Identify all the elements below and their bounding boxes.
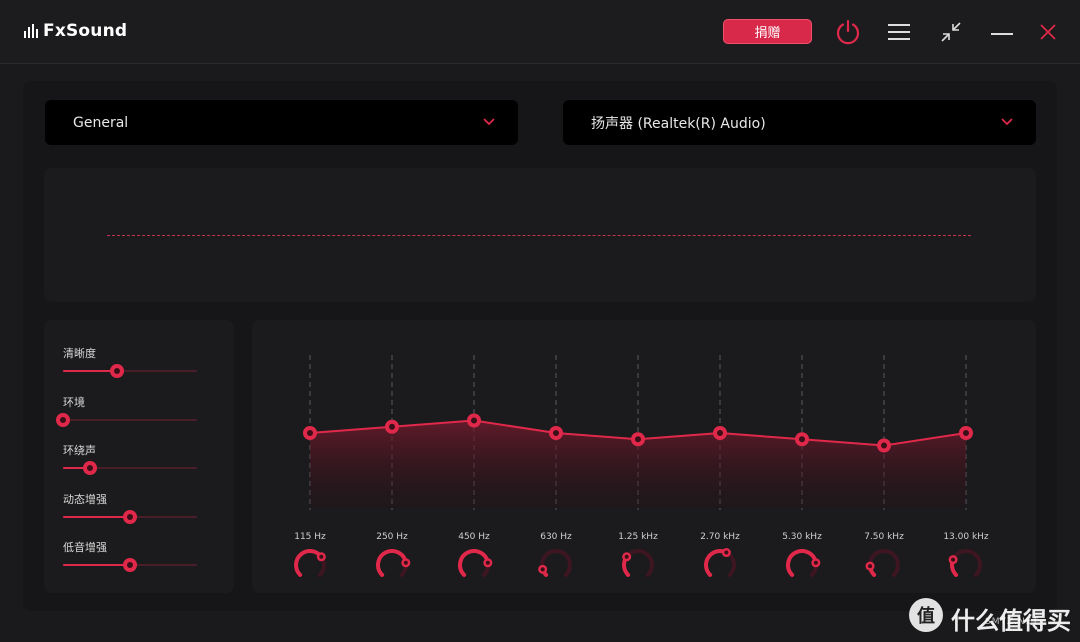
app-logo: FxSound: [24, 21, 127, 41]
watermark-sub: SMYZ.NET: [985, 617, 1039, 627]
slider-fill: [63, 515, 130, 518]
eq-band-handle-center: [471, 417, 477, 424]
eq-band-handle-center: [799, 436, 805, 443]
close-icon[interactable]: [1032, 16, 1064, 48]
eq-band-label: 2.70 kHz: [700, 532, 740, 542]
eq-band-handle-center: [389, 423, 395, 430]
watermark: 值 什么值得买 SMYZ.NET: [909, 598, 1071, 635]
app-name: FxSound: [43, 21, 128, 41]
eq-band-label: 450 Hz: [458, 532, 490, 542]
slider-fill: [63, 370, 117, 372]
effects-panel: 清晰度环境环绕声动态增强低音增强: [44, 320, 234, 593]
preset-selected: General: [73, 114, 129, 131]
slider-thumb[interactable]: [109, 364, 124, 378]
eq-band-handle-center: [881, 442, 887, 449]
watermark-badge: 值: [909, 598, 943, 632]
eq-band-label: 5.30 kHz: [782, 532, 822, 542]
minimize-icon[interactable]: [986, 16, 1018, 48]
menu-icon[interactable]: [883, 16, 915, 48]
eq-band-handle-center: [963, 430, 969, 436]
effect-slider-row: 动态增强: [63, 493, 199, 525]
chevron-down-icon: [483, 118, 495, 126]
slider-thumb[interactable]: [56, 412, 70, 427]
eq-band-label: 1.25 kHz: [618, 532, 658, 542]
effect-slider-row: 清晰度: [63, 347, 199, 379]
slider-fill: [63, 564, 130, 566]
visualizer-baseline: [107, 235, 971, 236]
eq-knob-track: [868, 549, 900, 577]
main-panel: General 扬声器 (Realtek(R) Audio) 清晰度环境环绕声动…: [23, 81, 1057, 611]
eq-band-handle-center: [553, 430, 559, 436]
slider-thumb[interactable]: [123, 509, 137, 524]
effect-slider-row: 环境: [56, 395, 199, 428]
eq-knob-center: [813, 560, 818, 565]
effect-slider[interactable]: [63, 557, 197, 573]
effect-slider[interactable]: [63, 460, 197, 476]
effect-label: 清晰度: [63, 347, 96, 360]
effect-slider[interactable]: [63, 363, 197, 379]
logo-icon: [24, 24, 38, 38]
effect-slider-row: 环绕声: [63, 444, 199, 476]
title-bar: FxSound 捐赠: [0, 0, 1080, 64]
equalizer-graph: 115 Hz 250 Hz 450 Hz 630 Hz 1.25 kHz 2.70 kHz…: [294, 355, 989, 577]
eq-knob-center: [951, 557, 956, 562]
eq-knob-center: [403, 560, 408, 565]
eq-band-handle-center: [717, 430, 723, 436]
eq-knob-center: [319, 554, 324, 559]
slider-track: [63, 418, 197, 421]
eq-band-label: 7.50 kHz: [864, 532, 904, 542]
eq-band-label: 115 Hz: [294, 532, 326, 542]
eq-band-label: 630 Hz: [540, 532, 572, 542]
eq-knob-track: [950, 549, 982, 577]
eq-band-handle-center: [307, 430, 313, 436]
effect-label: 低音增强: [63, 541, 107, 554]
effect-slider[interactable]: [56, 412, 197, 428]
effect-label: 动态增强: [63, 492, 107, 506]
eq-band-label: 250 Hz: [376, 532, 408, 542]
effect-label: 环绕声: [63, 444, 96, 457]
eq-knob-center: [724, 550, 729, 555]
effect-label: 环境: [63, 395, 85, 409]
effect-slider[interactable]: [63, 509, 197, 525]
minimize-to-compact-icon[interactable]: [935, 16, 967, 48]
slider-thumb[interactable]: [123, 558, 137, 572]
power-icon[interactable]: [832, 16, 864, 48]
slider-thumb[interactable]: [82, 461, 97, 475]
eq-knob-center: [540, 567, 545, 572]
preset-dropdown[interactable]: General: [45, 100, 518, 145]
output-device-dropdown[interactable]: 扬声器 (Realtek(R) Audio): [563, 100, 1036, 145]
eq-knob-center: [624, 554, 629, 559]
equalizer-panel: 115 Hz 250 Hz 450 Hz 630 Hz 1.25 kHz 2.70 kHz…: [252, 320, 1036, 593]
effect-slider-row: 低音增强: [63, 541, 199, 573]
eq-band-handle-center: [635, 436, 641, 443]
donate-button[interactable]: 捐赠: [723, 19, 812, 44]
output-device-selected: 扬声器 (Realtek(R) Audio): [591, 115, 766, 132]
eq-band-label: 13.00 kHz: [943, 532, 989, 542]
spectrum-visualizer: [44, 168, 1036, 302]
eq-knob-center: [868, 564, 873, 569]
eq-knob-center: [485, 560, 490, 565]
chevron-down-icon: [1001, 118, 1013, 126]
